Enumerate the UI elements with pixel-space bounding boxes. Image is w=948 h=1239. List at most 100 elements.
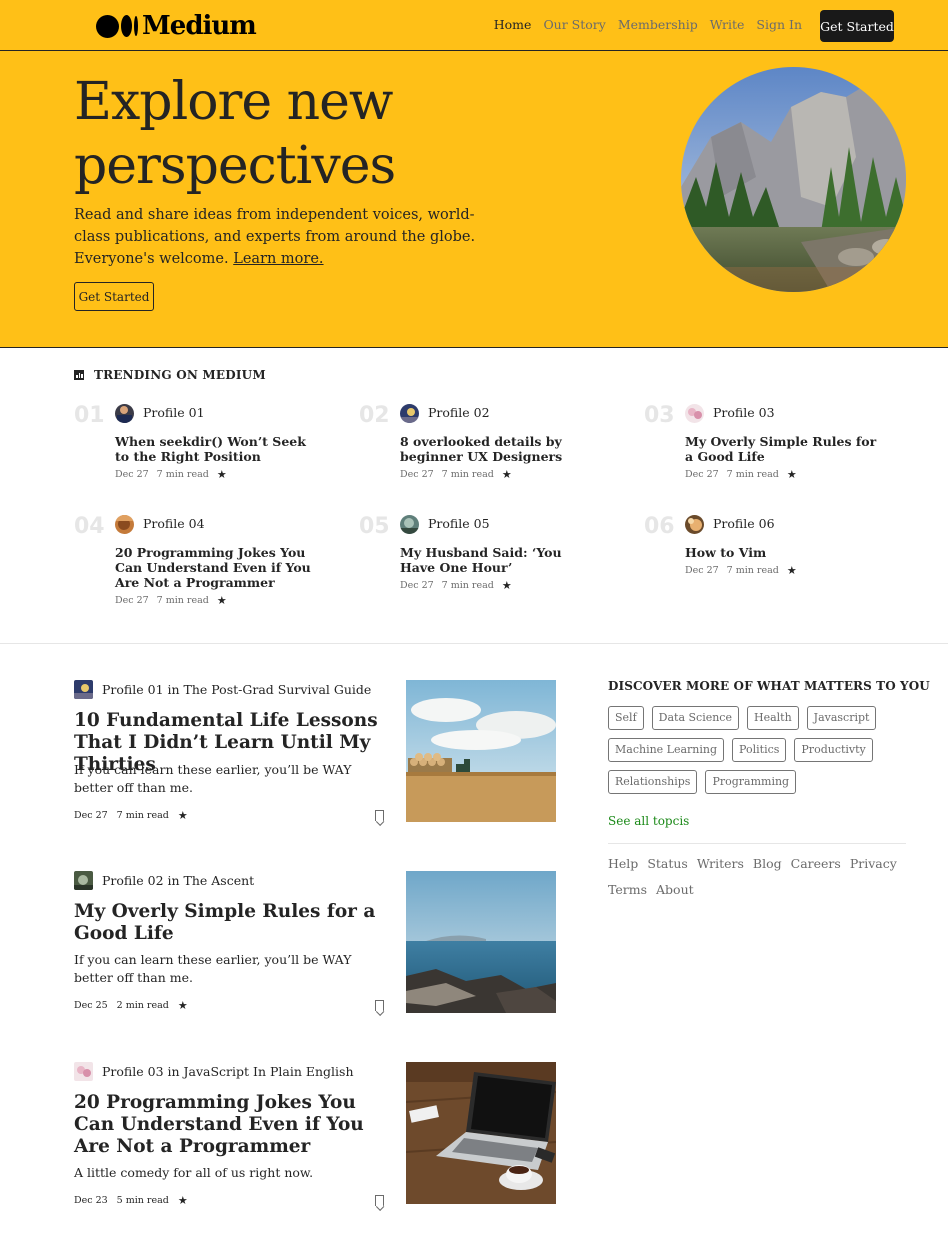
avatar[interactable] [115, 515, 134, 534]
trending-title-link[interactable]: 8 overlooked details by beginner UX Desi… [400, 434, 600, 464]
star-icon: ★ [786, 564, 797, 577]
trending-author[interactable]: Profile 01 [143, 405, 205, 420]
tag-data-science[interactable]: Data Science [651, 706, 739, 730]
trending-meta: Dec 27 7 min read ★ [400, 468, 512, 481]
read-time: 7 min read [156, 595, 209, 606]
avatar[interactable] [400, 404, 419, 423]
bookmark-icon[interactable] [375, 810, 384, 821]
post-byline[interactable]: Profile 01 in The Post-Grad Survival Gui… [102, 682, 371, 697]
trending-number: 06 [644, 514, 675, 539]
star-icon: ★ [501, 468, 512, 481]
trending-title-link[interactable]: How to Vim [685, 545, 885, 560]
star-icon: ★ [177, 1194, 188, 1207]
post-excerpt[interactable]: If you can learn these earlier, you’ll b… [74, 951, 374, 987]
date: Dec 27 [685, 565, 719, 576]
tag-health[interactable]: Health [746, 706, 799, 730]
nav-link-sign-in[interactable]: Sign In [756, 17, 802, 32]
post-thumbnail[interactable] [406, 680, 556, 822]
trending-title-link[interactable]: When seekdir() Won’t Seek to the Right P… [115, 434, 315, 464]
date: Dec 27 [400, 580, 434, 591]
top-navbar: Medium Home Our Story Membership Write S… [0, 0, 948, 51]
tag-relationships[interactable]: Relationships [608, 770, 698, 794]
read-time: 7 min read [441, 469, 494, 480]
trending-meta: Dec 27 7 min read ★ [685, 468, 797, 481]
avatar[interactable] [115, 404, 134, 423]
hero-subtitle: Read and share ideas from independent vo… [74, 204, 484, 270]
nav-link-home[interactable]: Home [494, 17, 532, 32]
learn-more-link[interactable]: Learn more. [233, 251, 323, 267]
bookmark-icon[interactable] [375, 1195, 384, 1206]
discover-heading: DISCOVER MORE OF WHAT MATTERS TO YOU [608, 679, 930, 693]
topic-tags: Self Data Science Health Javascript Mach… [608, 706, 908, 802]
post-excerpt[interactable]: If you can learn these earlier, you’ll b… [74, 761, 374, 797]
brand-name: Medium [142, 11, 257, 41]
post-thumbnail[interactable] [406, 1062, 556, 1204]
trending-title: TRENDING ON MEDIUM [94, 368, 266, 382]
nav-link-our-story[interactable]: Our Story [543, 17, 605, 32]
footer-link-terms[interactable]: Terms [608, 882, 647, 897]
avatar[interactable] [74, 680, 93, 699]
tag-politics[interactable]: Politics [732, 738, 787, 762]
trending-author[interactable]: Profile 05 [428, 516, 490, 531]
nav-links: Home Our Story Membership Write Sign In [482, 17, 802, 32]
trending-author[interactable]: Profile 02 [428, 405, 490, 420]
post-meta: Dec 27 7 min read ★ [74, 809, 188, 822]
avatar[interactable] [685, 515, 704, 534]
trending-title-link[interactable]: My Husband Said: ‘You Have One Hour’ [400, 545, 600, 575]
nav-link-membership[interactable]: Membership [618, 17, 698, 32]
medium-logo[interactable]: Medium [96, 11, 257, 41]
post-excerpt[interactable]: A little comedy for all of us right now. [74, 1164, 374, 1182]
trending-author[interactable]: Profile 04 [143, 516, 205, 531]
post-meta: Dec 23 5 min read ★ [74, 1194, 188, 1207]
tag-machine-learning[interactable]: Machine Learning [608, 738, 725, 762]
tag-self[interactable]: Self [608, 706, 644, 730]
star-icon: ★ [216, 594, 227, 607]
read-time: 7 min read [156, 469, 209, 480]
avatar[interactable] [74, 1062, 93, 1081]
tag-productivity[interactable]: Productivty [794, 738, 873, 762]
star-icon: ★ [786, 468, 797, 481]
trending-number: 01 [74, 403, 105, 428]
nav-link-write[interactable]: Write [710, 17, 745, 32]
trending-number: 05 [359, 514, 390, 539]
date: Dec 23 [74, 1195, 108, 1206]
hero-landscape-image [681, 67, 906, 292]
avatar[interactable] [74, 871, 93, 890]
footer-link-careers[interactable]: Careers [791, 856, 841, 871]
footer-link-privacy[interactable]: Privacy [850, 856, 897, 871]
post-title[interactable]: 20 Programming Jokes You Can Understand … [74, 1092, 390, 1158]
trending-meta: Dec 27 7 min read ★ [685, 564, 797, 577]
post-byline[interactable]: Profile 02 in The Ascent [102, 873, 254, 888]
footer-link-about[interactable]: About [656, 882, 694, 897]
star-icon: ★ [501, 579, 512, 592]
read-time: 2 min read [116, 1000, 169, 1011]
post-byline[interactable]: Profile 03 in JavaScript In Plain Englis… [102, 1064, 354, 1079]
footer-link-status[interactable]: Status [647, 856, 688, 871]
trending-title-link[interactable]: 20 Programming Jokes You Can Understand … [115, 545, 315, 590]
date: Dec 25 [74, 1000, 108, 1011]
trending-title-link[interactable]: My Overly Simple Rules for a Good Life [685, 434, 885, 464]
trending-number: 02 [359, 403, 390, 428]
see-all-topics-link[interactable]: See all topcis [608, 814, 689, 828]
read-time: 7 min read [726, 565, 779, 576]
star-icon: ★ [177, 809, 188, 822]
nav-get-started-button[interactable]: Get Started [820, 10, 894, 42]
post-title[interactable]: My Overly Simple Rules for a Good Life [74, 901, 390, 945]
star-icon: ★ [216, 468, 227, 481]
tag-javascript[interactable]: Javascript [806, 706, 877, 730]
bookmark-icon[interactable] [375, 1000, 384, 1011]
avatar[interactable] [685, 404, 704, 423]
footer-link-help[interactable]: Help [608, 856, 638, 871]
tag-programming[interactable]: Programming [705, 770, 797, 794]
trending-author[interactable]: Profile 03 [713, 405, 775, 420]
read-time: 7 min read [116, 810, 169, 821]
trending-author[interactable]: Profile 06 [713, 516, 775, 531]
post-thumbnail[interactable] [406, 871, 556, 1013]
hero-get-started-button[interactable]: Get Started [74, 282, 154, 311]
post-meta: Dec 25 2 min read ★ [74, 999, 188, 1012]
trending-chart-icon [74, 370, 84, 380]
trending-number: 03 [644, 403, 675, 428]
avatar[interactable] [400, 515, 419, 534]
footer-link-blog[interactable]: Blog [753, 856, 782, 871]
footer-link-writers[interactable]: Writers [697, 856, 744, 871]
